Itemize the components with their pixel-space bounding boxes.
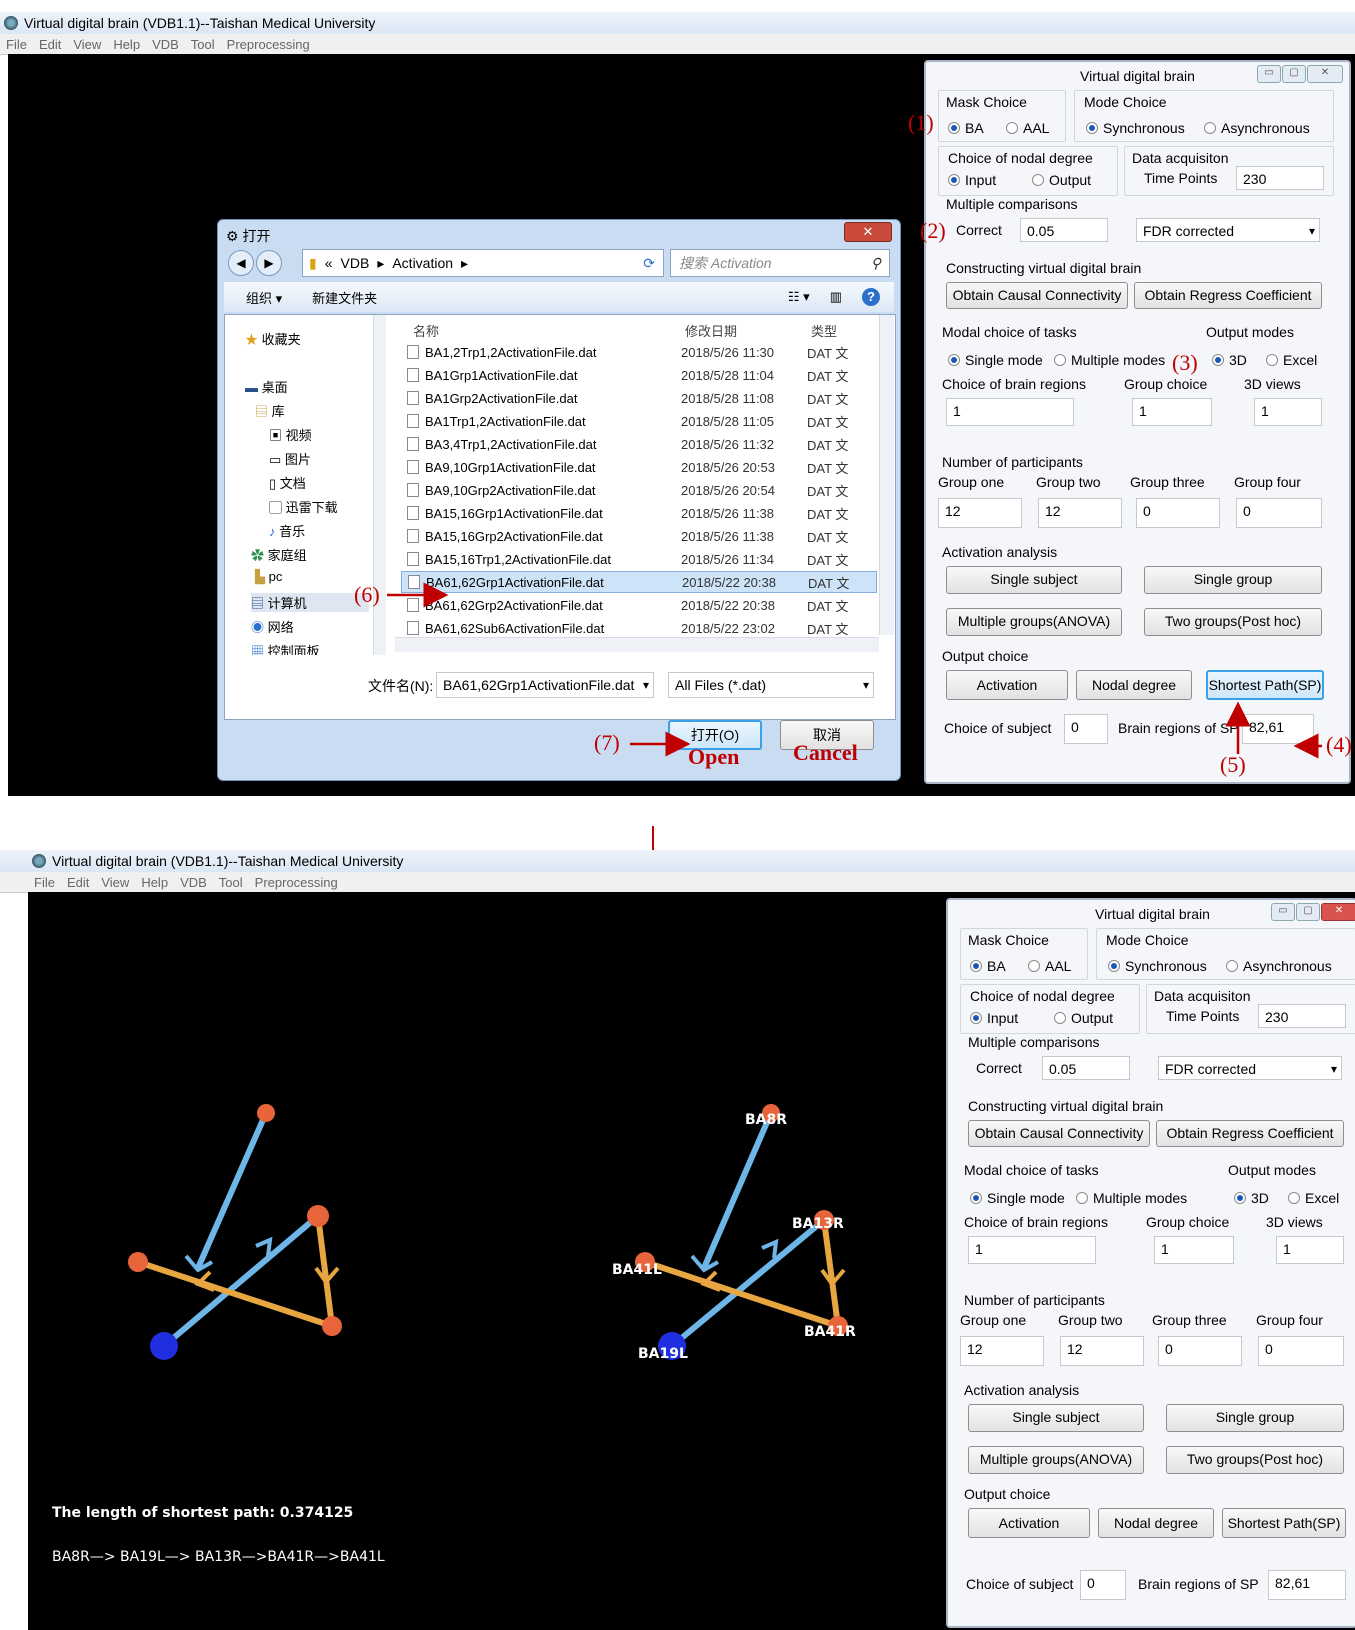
- node: [128, 1252, 148, 1272]
- label-ba41r: BA41R: [804, 1324, 856, 1340]
- multiple-comparisons-label: Multiple comparisons: [968, 1034, 1100, 1050]
- group-three-input[interactable]: 0: [1158, 1336, 1242, 1366]
- edge: [701, 1111, 774, 1270]
- radio-ba[interactable]: BA: [970, 958, 1006, 974]
- shortest-path-button[interactable]: Shortest Path(SP): [1222, 1508, 1346, 1538]
- nodal-degree-button[interactable]: Nodal degree: [1098, 1508, 1214, 1538]
- radio-output[interactable]: Output: [1054, 1010, 1113, 1026]
- group-two-input[interactable]: 12: [1060, 1336, 1144, 1366]
- time-points-input[interactable]: 230: [1258, 1004, 1346, 1028]
- nodal-degree-label: Choice of nodal degree: [970, 988, 1115, 1004]
- single-subject-button[interactable]: Single subject: [968, 1404, 1144, 1432]
- maximize-icon[interactable]: ▢: [1296, 903, 1320, 921]
- right-network: [635, 1104, 848, 1360]
- close-icon[interactable]: ✕: [1321, 903, 1355, 921]
- radio-aal[interactable]: AAL: [1028, 958, 1071, 974]
- edge: [670, 1217, 826, 1349]
- brain-regions-label: Choice of brain regions: [964, 1214, 1108, 1230]
- node: [257, 1104, 275, 1122]
- edge: [644, 1259, 839, 1329]
- group-choice-input[interactable]: 1: [1154, 1236, 1234, 1264]
- subject-input[interactable]: 0: [1080, 1570, 1126, 1600]
- node: [307, 1205, 329, 1227]
- brain-regions-input[interactable]: 1: [968, 1236, 1096, 1264]
- participants-label: Number of participants: [964, 1292, 1105, 1308]
- left-network: [128, 1104, 342, 1360]
- single-group-button[interactable]: Single group: [1166, 1404, 1344, 1432]
- 3d-views-label: 3D views: [1266, 1214, 1323, 1230]
- label-ba13r: BA13R: [792, 1216, 844, 1232]
- group-one-input[interactable]: 12: [960, 1336, 1044, 1366]
- activation-analysis-label: Activation analysis: [964, 1382, 1080, 1398]
- arrowhead: [761, 1238, 779, 1259]
- sp-regions-input[interactable]: 82,61: [1268, 1570, 1346, 1600]
- arrowhead: [194, 1270, 215, 1292]
- correct-label: Correct: [976, 1060, 1022, 1076]
- anova-button[interactable]: Multiple groups(ANOVA): [968, 1446, 1144, 1474]
- radio-asynchronous[interactable]: Asynchronous: [1226, 958, 1332, 974]
- shortest-path-length: The length of shortest path: 0.374125: [52, 1505, 354, 1521]
- node: [322, 1316, 342, 1336]
- radio-input[interactable]: Input: [970, 1010, 1018, 1026]
- radio-multiple-modes[interactable]: Multiple modes: [1076, 1190, 1187, 1206]
- constructing-label: Constructing virtual digital brain: [968, 1098, 1164, 1114]
- node: [150, 1332, 178, 1360]
- activation-button[interactable]: Activation: [968, 1508, 1090, 1538]
- modal-choice-label: Modal choice of tasks: [964, 1162, 1099, 1178]
- output-modes-label: Output modes: [1228, 1162, 1316, 1178]
- sp-regions-label: Brain regions of SP: [1138, 1576, 1259, 1592]
- radio-excel[interactable]: Excel: [1288, 1190, 1339, 1206]
- label-ba19l: BA19L: [638, 1346, 688, 1362]
- group-four-input[interactable]: 0: [1258, 1336, 1344, 1366]
- minimize-icon[interactable]: ▭: [1271, 903, 1295, 921]
- label-ba41l: BA41L: [612, 1262, 662, 1278]
- 3d-views-input[interactable]: 1: [1276, 1236, 1344, 1264]
- output-choice-label: Output choice: [964, 1486, 1051, 1502]
- radio-single-mode[interactable]: Single mode: [970, 1190, 1065, 1206]
- panel-window-buttons: ▭ ▢ ✕: [1270, 903, 1355, 921]
- subject-label: Choice of subject: [966, 1576, 1074, 1592]
- radio-3d[interactable]: 3D: [1234, 1190, 1269, 1206]
- label-ba8r: BA8R: [745, 1112, 788, 1128]
- correct-input[interactable]: 0.05: [1042, 1056, 1130, 1080]
- arrowhead: [255, 1236, 273, 1257]
- mask-choice-label: Mask Choice: [968, 932, 1049, 948]
- control-panel-bottom: Virtual digital brain ▭ ▢ ✕ Mask Choice …: [946, 898, 1355, 1628]
- obtain-causal-button[interactable]: Obtain Causal Connectivity: [968, 1120, 1150, 1147]
- arrowhead: [700, 1270, 721, 1292]
- group-three-label: Group three: [1152, 1312, 1227, 1328]
- shortest-path-sequence: BA8R—> BA19L—> BA13R—>BA41R—>BA41L: [52, 1549, 385, 1565]
- group-choice-label: Group choice: [1146, 1214, 1230, 1230]
- edge: [137, 1259, 333, 1329]
- group-two-label: Group two: [1058, 1312, 1123, 1328]
- data-acquisition-label: Data acquisiton: [1154, 988, 1251, 1004]
- time-points-label: Time Points: [1166, 1008, 1240, 1024]
- correction-method-select[interactable]: FDR corrected: [1158, 1056, 1342, 1081]
- post-hoc-button[interactable]: Two groups(Post hoc): [1166, 1446, 1344, 1474]
- obtain-regress-button[interactable]: Obtain Regress Coefficient: [1156, 1120, 1344, 1147]
- group-four-label: Group four: [1256, 1312, 1323, 1328]
- group-one-label: Group one: [960, 1312, 1027, 1328]
- mode-choice-label: Mode Choice: [1106, 932, 1189, 948]
- radio-synchronous[interactable]: Synchronous: [1108, 958, 1207, 974]
